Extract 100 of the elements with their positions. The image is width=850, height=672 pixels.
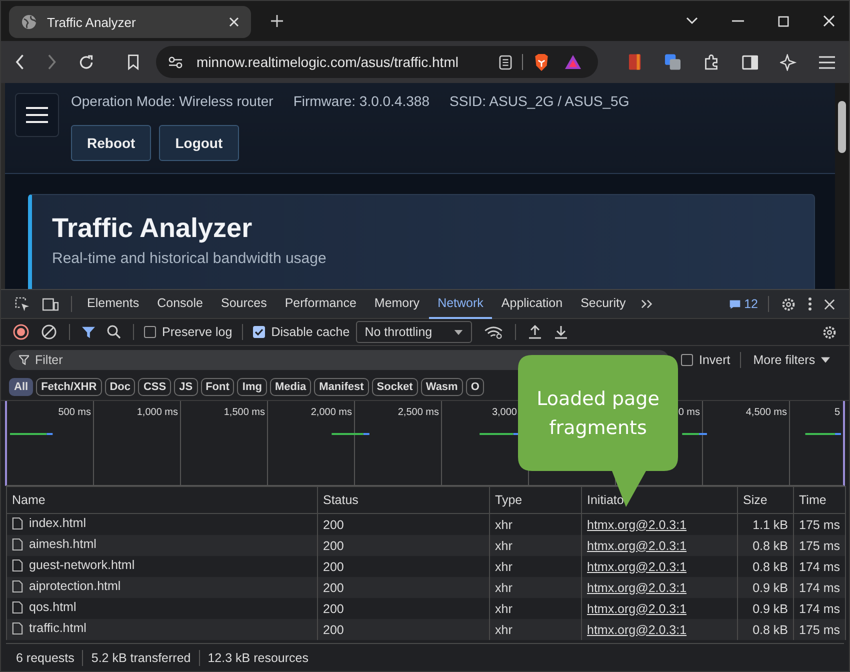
type-filter-chip[interactable]: Wasm: [420, 378, 463, 396]
sidebar-icon[interactable]: [742, 54, 758, 70]
size-cell: 0.8 kB: [752, 560, 788, 574]
settings-icon[interactable]: [822, 324, 837, 340]
request-name[interactable]: qos.html: [29, 600, 76, 614]
disable-cache-checkbox[interactable]: [253, 326, 266, 338]
status-cell: 200: [323, 622, 344, 636]
time-tick: 0 ms: [678, 407, 700, 418]
size-cell: 0.9 kB: [752, 580, 788, 594]
time-cell: 175 ms: [799, 622, 840, 636]
browser-tab[interactable]: Traffic Analyzer: [9, 6, 251, 38]
column-header[interactable]: Name: [6, 486, 318, 514]
throttling-dropdown[interactable]: No throttling: [356, 321, 472, 343]
book-icon[interactable]: [628, 53, 642, 71]
minimize-icon[interactable]: [732, 20, 744, 22]
column-header[interactable]: Initiato: [582, 486, 738, 514]
page-action-button[interactable]: Reboot: [71, 125, 152, 161]
initiator-link[interactable]: htmx.org@2.0.3:1: [587, 602, 687, 616]
maximize-icon[interactable]: [778, 16, 789, 26]
puzzle-icon[interactable]: [703, 54, 720, 70]
close-icon[interactable]: [824, 298, 835, 310]
type-filter-chip[interactable]: Manifest: [314, 378, 369, 396]
time-cell: 174 ms: [799, 602, 840, 616]
column-header[interactable]: Type: [490, 486, 582, 514]
preserve-log-checkbox[interactable]: [144, 326, 156, 338]
address-bar[interactable]: minnow.realtimelogic.com/asus/traffic.html: [156, 46, 598, 78]
router-info-text: Operation Mode: Wireless router: [71, 93, 274, 109]
request-name[interactable]: aimesh.html: [29, 537, 96, 552]
settings-icon[interactable]: [781, 296, 796, 312]
close-icon[interactable]: [229, 17, 239, 27]
translate-icon[interactable]: [664, 53, 681, 71]
initiator-link[interactable]: htmx.org@2.0.3:1: [587, 518, 687, 532]
file-icon: [12, 622, 23, 635]
back-icon[interactable]: [15, 54, 25, 70]
time-tick: 5: [834, 407, 840, 418]
forward-icon[interactable]: [46, 54, 56, 70]
inspect-icon[interactable]: [15, 296, 30, 312]
type-filter-chip[interactable]: All: [9, 378, 34, 396]
devtools-tab[interactable]: Security: [572, 290, 635, 318]
type-filter-chip[interactable]: O: [466, 378, 484, 396]
devtools-tab[interactable]: Memory: [365, 290, 429, 318]
request-name[interactable]: index.html: [29, 516, 86, 530]
type-filter-chip[interactable]: Fetch/XHR: [36, 378, 102, 396]
devtools-tab[interactable]: Sources: [212, 290, 276, 318]
clear-icon[interactable]: [41, 324, 57, 340]
device-icon[interactable]: [42, 298, 59, 310]
sliders-icon[interactable]: [168, 56, 183, 68]
initiator-link[interactable]: htmx.org@2.0.3:1: [587, 560, 687, 574]
upload-icon[interactable]: [528, 325, 542, 339]
size-cell: 0.8 kB: [752, 622, 788, 636]
type-filter-chip[interactable]: JS: [174, 378, 198, 396]
type-filter-chip[interactable]: Doc: [104, 378, 136, 396]
filter-icon[interactable]: [82, 326, 95, 338]
wifi-settings-icon[interactable]: [484, 326, 503, 338]
kebab-menu-icon[interactable]: [808, 297, 812, 311]
devtools-tab[interactable]: Console: [148, 290, 212, 318]
type-cell: xhr: [495, 580, 512, 594]
search-icon[interactable]: [107, 325, 121, 339]
messages-badge[interactable]: 12: [729, 297, 758, 311]
status-text: 12.3 kB resources: [208, 650, 308, 664]
type-cell: xhr: [495, 538, 512, 552]
close-icon[interactable]: [823, 15, 835, 27]
devtools-tab[interactable]: Performance: [276, 290, 366, 318]
invert-checkbox[interactable]: [681, 354, 693, 366]
new-tab-icon[interactable]: [271, 15, 283, 27]
status-cell: 200: [323, 580, 344, 594]
more-filters-dropdown[interactable]: More filters: [747, 353, 836, 367]
callout-text: Loaded page fragments: [536, 387, 660, 441]
type-filter-chip[interactable]: Img: [237, 378, 267, 396]
type-filter-chip[interactable]: Socket: [372, 378, 418, 396]
request-name[interactable]: guest-network.html: [29, 558, 135, 572]
size-cell: 1.1 kB: [752, 518, 788, 532]
devtools-tab[interactable]: Network: [428, 290, 492, 318]
caret-icon: [821, 357, 830, 363]
devtools-tab[interactable]: Elements: [78, 290, 148, 318]
scrollbar[interactable]: [835, 83, 849, 289]
column-header[interactable]: Time: [794, 486, 846, 514]
chevron-down-icon[interactable]: [686, 17, 698, 25]
type-filter-chip[interactable]: CSS: [138, 378, 172, 396]
column-header[interactable]: Size: [738, 486, 794, 514]
bookmark-icon[interactable]: [126, 54, 140, 70]
time-tick: 2,000 ms: [310, 407, 352, 418]
column-header[interactable]: Status: [318, 486, 490, 514]
menu-icon[interactable]: [818, 56, 835, 68]
type-cell: xhr: [495, 622, 512, 636]
reload-icon[interactable]: [78, 54, 95, 70]
menu-button[interactable]: [15, 93, 59, 137]
devtools-tab[interactable]: Application: [492, 290, 572, 318]
page-action-button[interactable]: Logout: [159, 125, 239, 161]
status-cell: 200: [323, 602, 344, 616]
type-filter-chip[interactable]: Font: [200, 378, 234, 396]
sparkle-icon[interactable]: [780, 54, 796, 70]
triangle-icon[interactable]: [564, 54, 582, 70]
type-filter-chip[interactable]: Media: [270, 378, 312, 396]
lion-shield-icon[interactable]: [532, 52, 550, 72]
stop-recording-icon[interactable]: [13, 324, 29, 340]
request-name[interactable]: traffic.html: [29, 621, 86, 636]
reader-icon[interactable]: [498, 54, 512, 70]
more-tabs-icon[interactable]: [640, 299, 654, 309]
download-icon[interactable]: [554, 325, 568, 339]
